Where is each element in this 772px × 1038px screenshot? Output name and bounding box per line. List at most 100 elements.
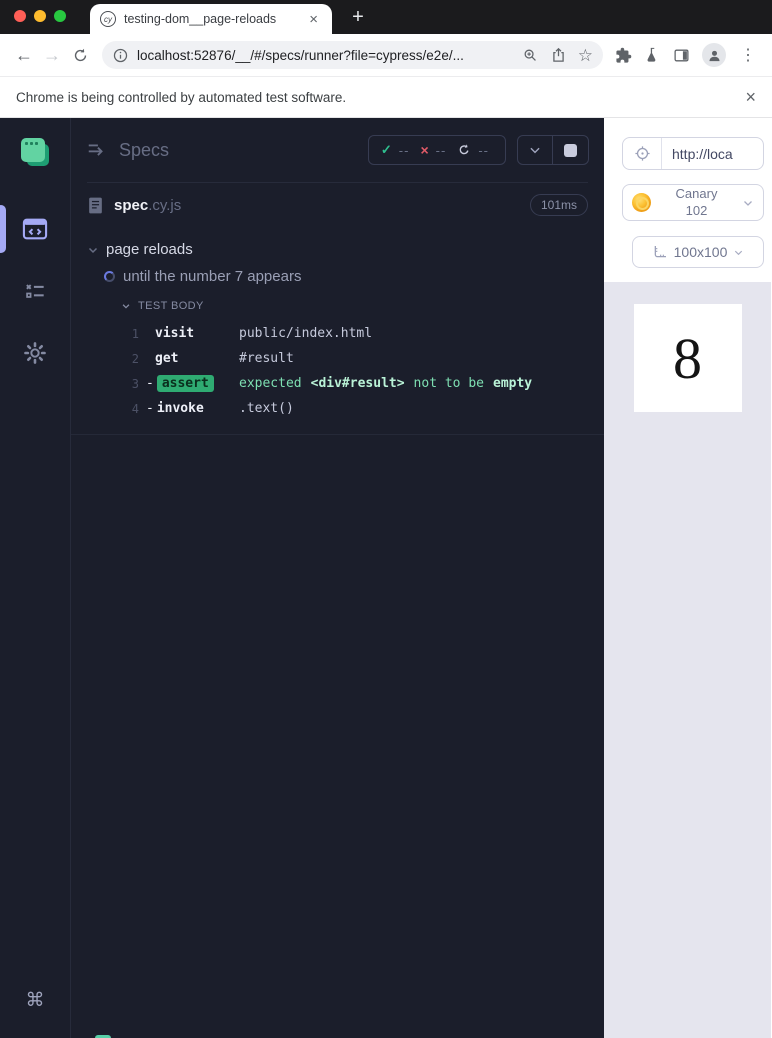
chevron-down-icon <box>735 250 743 255</box>
test-row[interactable]: until the number 7 appears <box>71 268 604 285</box>
traffic-lights <box>14 10 66 22</box>
sidebar-item-specs[interactable] <box>0 215 70 243</box>
app-under-test-viewport: 8 <box>633 304 742 412</box>
browser-name: Canary <box>675 186 718 202</box>
chrome-canary-icon <box>632 193 651 212</box>
spec-duration-badge: 101ms <box>529 194 588 216</box>
tab-title: testing-dom__page-reloads <box>124 12 277 26</box>
gear-icon <box>24 342 46 364</box>
zoom-icon[interactable] <box>522 47 539 64</box>
command-row[interactable]: 4 - invoke .text() <box>71 396 604 421</box>
infobar-close-icon[interactable]: × <box>745 87 756 108</box>
command-dash: - <box>146 376 154 391</box>
assert-expected: expected <box>239 376 302 391</box>
suite-toggle[interactable]: page reloads <box>71 241 604 258</box>
infobar-text: Chrome is being controlled by automated … <box>16 89 347 105</box>
test-running-icon <box>104 271 115 282</box>
selector-crosshair-icon <box>634 146 650 161</box>
failed-count: -- <box>435 142 447 158</box>
chevron-down-icon <box>88 247 98 253</box>
side-panel-icon[interactable] <box>673 47 690 64</box>
chevron-down-icon <box>122 304 130 309</box>
tab-close-icon[interactable]: × <box>305 10 322 29</box>
command-name: get <box>155 351 179 366</box>
command-name: - assert <box>146 375 239 392</box>
aut-frame: 8 <box>604 282 771 1038</box>
spec-name-ext: .cy.js <box>148 196 182 214</box>
extensions-icon[interactable] <box>615 47 632 64</box>
sidebar-item-runs[interactable] <box>0 278 70 304</box>
reporter-header: Specs ✓ -- × -- -- <box>71 118 604 182</box>
keyboard-shortcuts-icon[interactable]: ⌘ <box>0 989 70 1012</box>
command-number: 4 <box>131 401 139 416</box>
menu-dots-icon[interactable]: ⋮ <box>738 45 758 65</box>
profile-avatar[interactable] <box>702 43 726 67</box>
cypress-logo-icon[interactable] <box>0 138 70 168</box>
collapse-chevron-icon[interactable] <box>518 136 553 164</box>
browser-select[interactable]: Canary 102 <box>622 184 764 221</box>
test-stats: ✓ -- × -- -- <box>367 135 506 165</box>
viewport-select[interactable]: 100x100 <box>632 236 764 268</box>
cypress-favicon-icon: cy <box>100 11 116 27</box>
ruler-icon <box>654 246 666 258</box>
command-dash: - <box>146 401 154 416</box>
browser-select-value: Canary 102 <box>651 186 742 219</box>
command-name: - invoke <box>146 401 239 416</box>
passed-count: -- <box>398 142 410 158</box>
stop-button[interactable] <box>553 143 588 157</box>
spec-name-base: spec <box>114 196 149 214</box>
browser-version: 102 <box>685 202 708 218</box>
site-info-icon[interactable] <box>112 47 129 64</box>
command-message: .text() <box>239 401 294 416</box>
command-number: 1 <box>131 326 139 341</box>
command-name-text: invoke <box>156 401 204 416</box>
window-titlebar: cy testing-dom__page-reloads × + <box>0 0 772 34</box>
browser-tab[interactable]: cy testing-dom__page-reloads × <box>90 4 332 34</box>
command-message: expected <div#result> not to be empty <box>239 376 541 391</box>
back-button[interactable]: ← <box>10 41 38 69</box>
aut-url-value[interactable]: http://loca <box>662 146 733 162</box>
chevron-down-icon <box>744 200 752 206</box>
command-log: 1 visit public/index.html 2 get #result … <box>71 321 604 421</box>
spec-file-icon <box>89 197 102 213</box>
assert-value: empty <box>493 376 533 391</box>
spec-file-row[interactable]: spec.cy.js 101ms <box>71 183 604 227</box>
minimize-window-button[interactable] <box>34 10 46 22</box>
reload-button[interactable] <box>66 41 94 69</box>
cypress-runner: ⌘ Specs ✓ -- × -- -- spec.cy.js 101ms pa… <box>0 118 772 1038</box>
sidebar-item-settings[interactable] <box>0 340 70 366</box>
suite-title: page reloads <box>106 241 193 258</box>
aut-url-bar[interactable]: http://loca <box>622 137 764 170</box>
pending-count: -- <box>478 142 489 158</box>
url-text[interactable]: localhost:52876/__/#/specs/runner?file=c… <box>137 48 514 63</box>
specs-menu-icon[interactable] <box>86 139 108 161</box>
labs-flask-icon[interactable] <box>644 47 661 64</box>
close-window-button[interactable] <box>14 10 26 22</box>
selector-playground-button[interactable] <box>623 138 662 169</box>
assert-phrase: not to be <box>413 376 484 391</box>
page-title: Specs <box>119 139 170 160</box>
spec-name: spec.cy.js <box>114 197 181 214</box>
viewport-select-value: 100x100 <box>673 244 728 260</box>
zoom-window-button[interactable] <box>54 10 66 22</box>
assert-subject: <div#result> <box>310 376 405 391</box>
aut-panel: http://loca Canary 102 100x100 8 <box>604 118 771 1038</box>
command-row[interactable]: 2 get #result <box>71 346 604 371</box>
command-row[interactable]: 3 - assert expected <div#result> not to be e… <box>71 371 604 396</box>
new-tab-button[interactable]: + <box>344 3 372 31</box>
bookmark-star-icon[interactable]: ☆ <box>578 47 593 64</box>
forward-button[interactable]: → <box>38 41 66 69</box>
command-name: visit <box>155 326 195 341</box>
command-number: 2 <box>131 351 139 366</box>
test-body-toggle[interactable]: TEST BODY <box>71 300 604 312</box>
person-icon <box>709 50 719 61</box>
reload-icon <box>74 48 86 61</box>
assert-badge: assert <box>156 375 214 392</box>
automation-infobar: Chrome is being controlled by automated … <box>0 76 772 118</box>
share-icon[interactable] <box>550 47 567 64</box>
command-message: #result <box>239 351 294 366</box>
omnibox[interactable]: localhost:52876/__/#/specs/runner?file=c… <box>102 41 603 69</box>
command-row[interactable]: 1 visit public/index.html <box>71 321 604 346</box>
reporter-panel: Specs ✓ -- × -- -- spec.cy.js 101ms page… <box>71 118 604 1038</box>
debug-list-icon <box>26 284 44 298</box>
